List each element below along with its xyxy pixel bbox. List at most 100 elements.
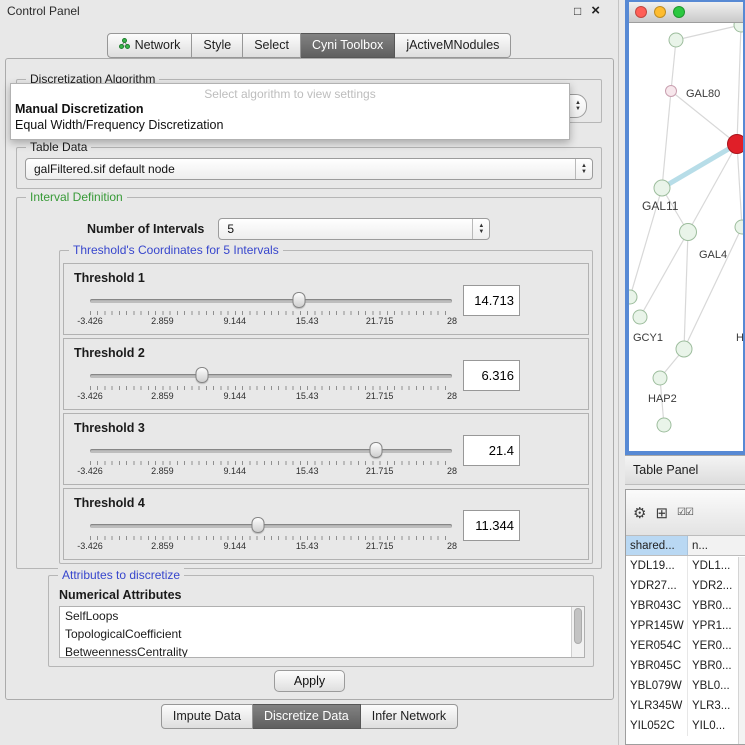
table-row[interactable]: YDL19...YDL1... [626,556,745,576]
table-cell[interactable]: YIL0... [688,716,745,736]
threshold-slider[interactable] [90,292,452,309]
network-node[interactable] [666,86,677,97]
tab-impute-data[interactable]: Impute Data [161,704,253,729]
slider-thumb[interactable] [369,442,382,458]
table-cell[interactable]: YPR145W [626,616,688,636]
select-columns-icon[interactable]: ☑☑ [677,507,693,518]
dropdown-item[interactable]: Manual Discretization [11,101,569,117]
network-edge[interactable] [737,25,741,144]
table-cell[interactable]: YER0... [688,636,745,656]
highlighted-network-edge[interactable] [662,144,737,188]
slider-track[interactable] [90,299,452,303]
table-cell[interactable]: YDL1... [688,556,745,576]
network-edge[interactable] [684,232,688,349]
threshold-value-field[interactable]: 11.344 [463,510,520,541]
threshold-slider[interactable] [90,517,452,534]
table-scrollbar[interactable] [738,557,745,744]
network-node[interactable] [728,135,744,154]
table-row[interactable]: YPR145WYPR1... [626,616,745,636]
table-row[interactable]: YIL052CYIL0... [626,716,745,736]
table-header-row: shared... n... [626,536,745,556]
tab-select[interactable]: Select [243,33,301,58]
network-node[interactable] [680,224,697,241]
dropdown-item[interactable]: Equal Width/Frequency Discretization [11,117,569,133]
attributes-scrollbar[interactable] [571,607,584,657]
tab-discretize-data[interactable]: Discretize Data [253,704,361,729]
network-edge[interactable] [671,40,676,91]
network-edge[interactable] [676,25,741,40]
tab-infer-network[interactable]: Infer Network [361,704,458,729]
table-cell[interactable]: YBL079W [626,676,688,696]
network-canvas[interactable]: GAL80GAL11GAL4GCY1HAP2H [629,23,743,450]
attribute-item[interactable]: BetweennessCentrality [60,643,584,658]
tab-network[interactable]: Network [107,33,193,58]
table-cell[interactable]: YBR0... [688,656,745,676]
table-cell[interactable]: YDL19... [626,556,688,576]
attribute-item[interactable]: SelfLoops [60,607,584,625]
minimize-traffic-light-icon[interactable] [654,6,666,18]
network-node[interactable] [734,23,743,32]
slider-track[interactable] [90,374,452,378]
network-edge[interactable] [662,91,671,188]
table-row[interactable]: YER054CYER0... [626,636,745,656]
number-of-intervals-combo[interactable]: 5 ▲▼ [218,218,490,240]
table-cell[interactable]: YBR043C [626,596,688,616]
network-node[interactable] [633,310,647,324]
table-cell[interactable]: YLR345W [626,696,688,716]
table-cell[interactable]: YBL0... [688,676,745,696]
network-node[interactable] [735,220,743,234]
combo-arrows-icon: ▲▼ [575,159,592,179]
table-cell[interactable]: YBR0... [688,596,745,616]
network-node[interactable] [629,290,637,304]
float-icon[interactable]: □ [574,5,581,17]
table-cell[interactable]: YDR27... [626,576,688,596]
slider-thumb[interactable] [196,367,209,383]
close-traffic-light-icon[interactable] [635,6,647,18]
table-cell[interactable]: YPR1... [688,616,745,636]
network-node[interactable] [657,418,671,432]
table-row[interactable]: YBR045CYBR0... [626,656,745,676]
close-icon[interactable]: × [591,5,600,17]
network-edge[interactable] [737,144,742,227]
apply-button[interactable]: Apply [274,670,345,692]
network-node[interactable] [669,33,683,47]
table-cell[interactable]: YBR045C [626,656,688,676]
slider-thumb[interactable] [292,292,305,308]
node-label: HAP2 [648,393,677,405]
threshold-value-field[interactable]: 6.316 [463,360,520,391]
table-cell[interactable]: YLR3... [688,696,745,716]
table-cell[interactable]: YIL052C [626,716,688,736]
tab-style[interactable]: Style [192,33,243,58]
column-header-shared[interactable]: shared... [626,536,688,555]
table-row[interactable]: YBR043CYBR0... [626,596,745,616]
threshold-slider[interactable] [90,367,452,384]
columns-icon[interactable]: ⊞ [655,504,668,522]
table-cell[interactable]: YER054C [626,636,688,656]
table-row[interactable]: YBL079WYBL0... [626,676,745,696]
gear-icon[interactable]: ⚙ [633,504,646,522]
numerical-attributes-list[interactable]: SelfLoopsTopologicalCoefficientBetweenne… [59,606,585,658]
zoom-traffic-light-icon[interactable] [673,6,685,18]
tab-jactivemnodules[interactable]: jActiveMNodules [395,33,511,58]
network-node[interactable] [653,371,667,385]
tab-cyni-toolbox[interactable]: Cyni Toolbox [301,33,395,58]
network-graph[interactable]: GAL80GAL11GAL4GCY1HAP2H [629,23,743,450]
threshold-value-field[interactable]: 21.4 [463,435,520,466]
scrollbar-thumb[interactable] [574,608,582,644]
threshold-value-field[interactable]: 14.713 [463,285,520,316]
network-node[interactable] [654,180,670,196]
slider-track[interactable] [90,524,452,528]
table-data-combo[interactable]: galFiltered.sif default node ▲▼ [25,158,593,180]
table-row[interactable]: YLR345WYLR3... [626,696,745,716]
column-header-name[interactable]: n... [688,536,745,555]
thresholds-legend: Threshold's Coordinates for 5 Intervals [69,243,283,257]
table-row[interactable]: YDR27...YDR2... [626,576,745,596]
threshold-slider[interactable] [90,442,452,459]
network-node[interactable] [676,341,692,357]
slider-track[interactable] [90,449,452,453]
slider-thumb[interactable] [252,517,265,533]
network-edge[interactable] [640,232,688,317]
attribute-item[interactable]: TopologicalCoefficient [60,625,584,643]
table-cell[interactable]: YDR2... [688,576,745,596]
network-edge[interactable] [684,227,742,349]
